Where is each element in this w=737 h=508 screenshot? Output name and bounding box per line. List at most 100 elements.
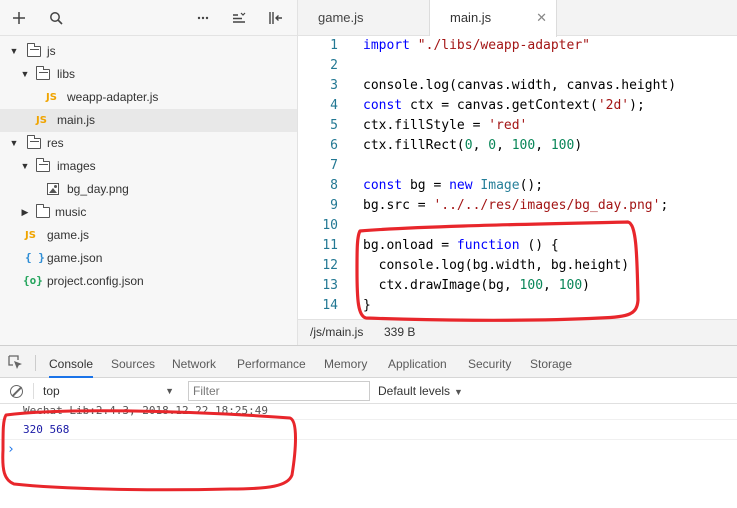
code-text: const ctx = canvas.getContext('2d'); — [363, 96, 645, 116]
console-prompt[interactable]: › — [0, 440, 737, 460]
tree-item-game-json-file[interactable]: { } game.json — [0, 247, 297, 270]
tab-sources[interactable]: Sources — [111, 346, 155, 378]
tab-game-js[interactable]: game.js — [298, 0, 430, 36]
tab-main-js[interactable]: main.js ✕ — [430, 0, 557, 37]
line-number: 9 — [330, 198, 338, 213]
line-number: 12 — [322, 258, 338, 273]
tree-item-res-folder[interactable]: ▼ res — [0, 132, 297, 155]
folder-icon — [35, 204, 50, 218]
tree-item-label: bg_day.png — [67, 182, 129, 196]
tree-item-weapp-adapter-file[interactable]: JS weapp-adapter.js — [0, 86, 297, 109]
devtools-tabs: Console Sources Network Performance Memo… — [0, 346, 737, 378]
tree-item-label: project.config.json — [47, 274, 144, 288]
inspect-element-icon[interactable] — [8, 355, 23, 370]
filter-input[interactable] — [188, 381, 370, 401]
code-area[interactable]: 1 import "./libs/weapp-adapter" 2 3 console.… — [298, 36, 737, 319]
code-token: ; — [660, 198, 669, 213]
tab-network[interactable]: Network — [172, 346, 216, 378]
search-icon[interactable] — [46, 8, 66, 28]
tree-item-js-folder[interactable]: ▼ js — [0, 40, 297, 63]
tree-item-main-js-file[interactable]: JS main.js — [0, 109, 297, 132]
tab-memory[interactable]: Memory — [324, 346, 367, 378]
code-token: , — [496, 138, 512, 153]
code-editor: game.js main.js ✕ 1 import "./libs/weapp-… — [298, 0, 737, 345]
more-icon[interactable] — [193, 8, 213, 28]
dropdown-arrow-icon: ▼ — [454, 387, 463, 397]
tab-performance[interactable]: Performance — [237, 346, 306, 378]
code-line[interactable]: 9 bg.src = '../../res/images/bg_day.png'; — [298, 196, 737, 216]
collapse-sidebar-icon[interactable] — [266, 8, 286, 28]
code-line[interactable]: 14} — [298, 296, 737, 316]
code-token: , — [472, 138, 489, 153]
line-number: 2 — [330, 58, 338, 73]
file-explorer-sidebar: ▼ js ▼ libs JS weapp-adapter.js JS main.… — [0, 0, 298, 345]
file-path: /js/main.js — [310, 325, 364, 339]
tree-item-music-folder[interactable]: ▶ music — [0, 201, 297, 224]
tree-item-label: libs — [57, 67, 76, 81]
close-icon[interactable]: ✕ — [536, 0, 547, 36]
code-text: bg.onload = function () { — [363, 236, 559, 256]
tab-label: game.js — [318, 10, 364, 25]
code-token: ); — [629, 98, 645, 113]
log-levels-dropdown[interactable]: Default levels ▼ — [378, 381, 463, 401]
code-token: (); — [519, 178, 544, 193]
chevron-down-icon[interactable]: ▼ — [9, 132, 19, 155]
code-line[interactable]: 10 — [298, 216, 737, 236]
code-token: const — [363, 98, 410, 113]
add-file-icon[interactable] — [9, 8, 29, 28]
code-line[interactable]: 11 bg.onload = function () { — [298, 236, 737, 256]
tree-item-project-config-file[interactable]: {o} project.config.json — [0, 270, 297, 293]
code-token: const — [363, 178, 410, 193]
tab-security[interactable]: Security — [468, 346, 511, 378]
editor-status-bar: /js/main.js 339 B — [298, 319, 737, 345]
code-line[interactable]: 6 ctx.fillRect(0, 0, 100, 100) — [298, 136, 737, 156]
code-line[interactable]: 12 console.log(bg.width, bg.height) — [298, 256, 737, 276]
code-line[interactable]: 5 ctx.fillStyle = 'red' — [298, 116, 737, 136]
line-number: 8 — [330, 178, 338, 193]
tree-item-bg-day-png-file[interactable]: bg_day.png — [0, 178, 297, 201]
code-line[interactable]: 13 ctx.drawImage(bg, 100, 100) — [298, 276, 737, 296]
line-number: 14 — [322, 298, 338, 313]
code-token: 0 — [488, 138, 497, 153]
tab-storage[interactable]: Storage — [530, 346, 572, 378]
code-line[interactable]: 3 console.log(canvas.width, canvas.height… — [298, 76, 737, 96]
tab-console[interactable]: Console — [49, 346, 94, 378]
code-line[interactable]: 2 — [298, 56, 737, 76]
json-file-icon: { } — [25, 251, 45, 264]
tree-item-libs-folder[interactable]: ▼ libs — [0, 63, 297, 86]
tree-item-game-js-file[interactable]: JS game.js — [0, 224, 297, 247]
folder-open-icon — [35, 158, 50, 172]
prompt-chevron-icon: › — [7, 442, 15, 457]
editor-tabs: game.js main.js ✕ — [298, 0, 737, 37]
context-select[interactable]: top ▼ — [38, 381, 178, 401]
code-token: Image — [480, 178, 520, 193]
chevron-down-icon[interactable]: ▼ — [20, 155, 30, 178]
code-token: ctx.drawImage(bg, — [363, 278, 520, 293]
file-size: 339 B — [384, 325, 416, 339]
chevron-down-icon[interactable]: ▼ — [9, 40, 19, 63]
file-tree: ▼ js ▼ libs JS weapp-adapter.js JS main.… — [0, 36, 297, 293]
tree-item-label: images — [57, 159, 96, 173]
line-number: 7 — [330, 158, 338, 173]
code-text: import "./libs/weapp-adapter" — [363, 36, 590, 56]
tree-item-label: game.js — [47, 228, 90, 242]
chevron-right-icon[interactable]: ▶ — [20, 201, 30, 224]
line-number: 4 — [330, 98, 338, 113]
code-line[interactable]: 7 — [298, 156, 737, 176]
code-text: ctx.fillRect(0, 0, 100, 100) — [363, 136, 582, 156]
context-value: top — [43, 384, 60, 398]
code-line[interactable]: 1 import "./libs/weapp-adapter" — [298, 36, 737, 56]
code-line[interactable]: 8 const bg = new Image(); — [298, 176, 737, 196]
code-text: const bg = new Image(); — [363, 176, 543, 196]
chevron-down-icon[interactable]: ▼ — [20, 63, 30, 86]
code-text: console.log(bg.width, bg.height) — [363, 256, 629, 276]
code-token: 100 — [519, 278, 544, 293]
code-line[interactable]: 4 const ctx = canvas.getContext('2d'); — [298, 96, 737, 116]
divider — [35, 355, 36, 371]
tab-application[interactable]: Application — [388, 346, 447, 378]
clear-console-icon[interactable] — [10, 385, 23, 398]
tab-label: main.js — [450, 10, 492, 25]
tree-item-images-folder[interactable]: ▼ images — [0, 155, 297, 178]
code-text: ctx.drawImage(bg, 100, 100) — [363, 276, 590, 296]
sort-icon[interactable] — [229, 8, 249, 28]
